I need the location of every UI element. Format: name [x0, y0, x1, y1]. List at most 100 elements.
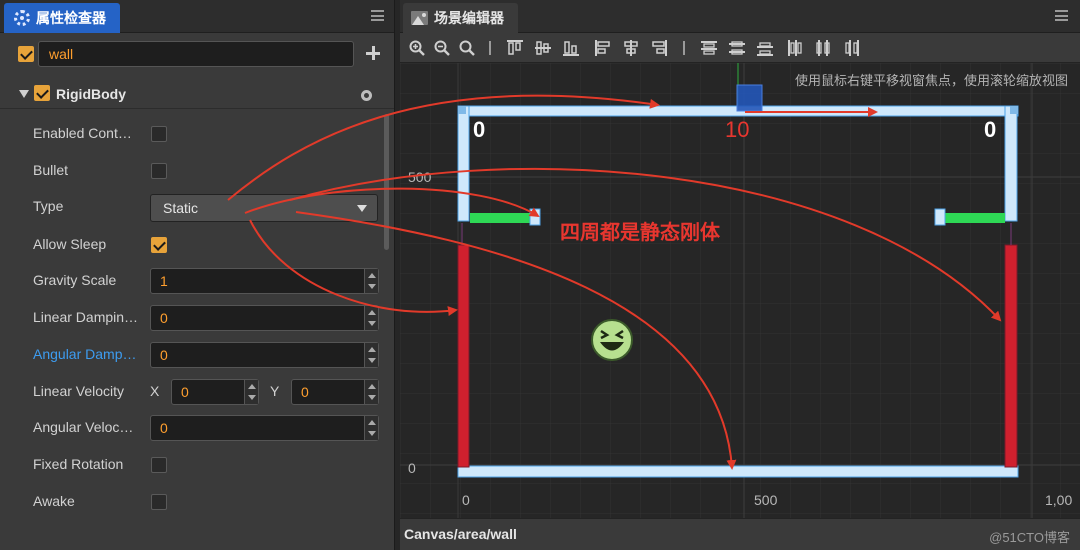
prop-allow-sleep: Allow Sleep [0, 230, 374, 260]
annotation-text: 四周都是静态刚体 [560, 222, 720, 244]
align-hcenter-icon[interactable] [622, 39, 640, 57]
linear-velocity-y-stepper[interactable] [364, 380, 378, 404]
angular-damping-input[interactable]: 0 [150, 342, 379, 368]
rigidbody-enabled-checkbox[interactable] [34, 85, 50, 101]
image-icon [411, 11, 428, 25]
zoom-reset-icon[interactable] [458, 39, 476, 57]
node-row: wall [0, 33, 394, 75]
menu-icon[interactable] [1055, 10, 1068, 21]
selection-gizmo[interactable] [736, 84, 763, 112]
distribute-vcenter-icon[interactable] [728, 39, 746, 57]
add-component-icon[interactable] [366, 46, 380, 60]
zoom-in-icon[interactable] [408, 39, 426, 57]
inspector-panel: 属性检查器 wall RigidBody Enabled Cont… Bulle… [0, 0, 395, 550]
scene-viewport[interactable]: 使用鼠标右键平移视窗焦点，使用滚轮缩放视图 500 0 0 500 1,00 0… [400, 63, 1080, 518]
bullet-checkbox[interactable] [151, 163, 167, 179]
node-name-input[interactable]: wall [38, 41, 354, 67]
align-vcenter-icon[interactable] [534, 39, 552, 57]
green-bar-right-cap[interactable] [934, 208, 946, 226]
scene-toolbar [400, 33, 1080, 63]
ruler-x-1000: 1,00 [1045, 492, 1073, 508]
handle[interactable] [458, 106, 466, 114]
allow-sleep-checkbox[interactable] [151, 237, 167, 253]
ruler-x-500: 500 [754, 492, 778, 508]
cog-icon[interactable] [361, 90, 372, 101]
node-active-checkbox[interactable] [18, 46, 34, 62]
distribute-hcenter-icon[interactable] [814, 39, 832, 57]
prop-label: Awake [33, 493, 75, 509]
prop-label: Angular Damp… [33, 346, 137, 362]
green-bar-right[interactable] [945, 213, 1005, 223]
linear-velocity-y-value: 0 [301, 384, 309, 400]
node-path: Canvas/area/wall [404, 526, 517, 542]
inspector-tabbar: 属性检查器 [0, 0, 394, 33]
rigidbody-header[interactable]: RigidBody [0, 79, 394, 109]
prop-linear-damping: Linear Dampin… 0 [0, 303, 379, 333]
green-bar-left-cap[interactable] [529, 208, 541, 226]
linear-velocity-x-value: 0 [181, 384, 189, 400]
right-wall-upper[interactable] [1004, 105, 1018, 222]
watermark: @51CTO博客 [989, 530, 1070, 545]
awake-checkbox[interactable] [151, 494, 167, 510]
angular-damping-stepper[interactable] [364, 343, 378, 367]
ruler-y-500: 500 [408, 169, 432, 185]
score-left: 0 [473, 117, 486, 142]
linear-damping-stepper[interactable] [364, 306, 378, 330]
linear-velocity-x-input[interactable]: 0 [171, 379, 259, 405]
prop-linear-velocity: Linear Velocity X 0 Y 0 [0, 377, 379, 407]
prop-angular-velocity: Angular Veloc… 0 [0, 413, 379, 443]
linear-damping-input[interactable]: 0 [150, 305, 379, 331]
prop-label: Fixed Rotation [33, 456, 124, 472]
gravity-scale-stepper[interactable] [364, 269, 378, 293]
prop-enabled-contact: Enabled Cont… [0, 119, 374, 149]
prop-label: Allow Sleep [33, 236, 107, 252]
tab-inspector[interactable]: 属性检查器 [4, 3, 120, 33]
bottom-wall[interactable] [457, 465, 1019, 478]
left-wall-upper[interactable] [457, 105, 470, 222]
prop-awake: Awake [0, 487, 374, 517]
prop-label: Linear Velocity [33, 383, 125, 399]
menu-icon[interactable] [371, 10, 384, 21]
distribute-top-icon[interactable] [700, 39, 718, 57]
ruler-y-0: 0 [408, 460, 416, 476]
distribute-right-icon[interactable] [842, 39, 860, 57]
prop-fixed-rotation: Fixed Rotation [0, 450, 374, 480]
type-select-value: Static [163, 200, 199, 216]
align-right-icon[interactable] [650, 39, 668, 57]
component-title: RigidBody [56, 86, 126, 102]
x-axis-label: X [150, 383, 160, 399]
scene-tab-title: 场景编辑器 [434, 10, 504, 26]
angular-velocity-value: 0 [160, 420, 168, 436]
distribute-left-icon[interactable] [786, 39, 804, 57]
inspector-scrollbar[interactable] [384, 114, 389, 250]
align-left-icon[interactable] [594, 39, 612, 57]
ruler-x-0: 0 [462, 492, 470, 508]
zoom-out-icon[interactable] [433, 39, 451, 57]
chevron-down-icon[interactable] [19, 90, 29, 98]
tab-scene-editor[interactable]: 场景编辑器 [403, 3, 518, 33]
left-paddle[interactable] [457, 244, 470, 468]
handle[interactable] [1010, 106, 1018, 114]
angular-velocity-stepper[interactable] [364, 416, 378, 440]
type-select[interactable]: Static [150, 194, 378, 222]
right-paddle[interactable] [1004, 244, 1018, 468]
gravity-scale-input[interactable]: 1 [150, 268, 379, 294]
green-bar-left[interactable] [470, 213, 530, 223]
prop-label: Gravity Scale [33, 272, 117, 288]
smile-emoji-icon[interactable] [591, 319, 633, 361]
align-bottom-icon[interactable] [562, 39, 580, 57]
prop-label: Linear Dampin… [33, 309, 139, 325]
status-bar: Canvas/area/wall @51CTO博客 [400, 518, 1080, 550]
score-center: 10 [725, 117, 750, 142]
angular-velocity-input[interactable]: 0 [150, 415, 379, 441]
gear-icon [14, 10, 30, 26]
distribute-bottom-icon[interactable] [756, 39, 774, 57]
prop-label: Enabled Cont… [33, 125, 132, 141]
align-top-icon[interactable] [506, 39, 524, 57]
prop-type: Type Static [0, 192, 378, 222]
linear-velocity-y-input[interactable]: 0 [291, 379, 379, 405]
fixed-rotation-checkbox[interactable] [151, 457, 167, 473]
enabled-contact-checkbox[interactable] [151, 126, 167, 142]
toolbar-separator [683, 41, 685, 55]
linear-velocity-x-stepper[interactable] [244, 380, 258, 404]
